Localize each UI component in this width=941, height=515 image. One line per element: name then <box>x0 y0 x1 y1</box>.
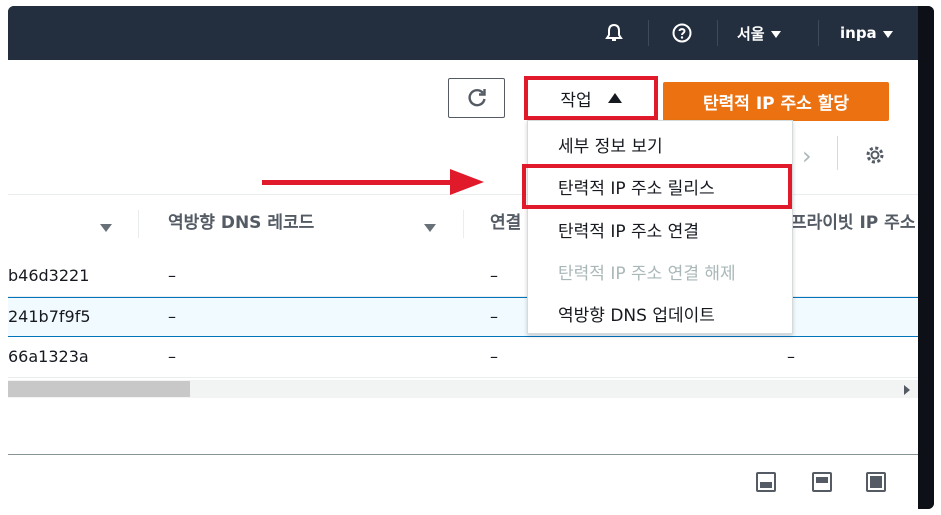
private-ip-cell: – <box>787 347 795 366</box>
help-icon[interactable] <box>672 6 692 60</box>
refresh-icon <box>467 88 486 107</box>
split-panel-full-icon[interactable] <box>866 472 886 492</box>
allocation-id-cell: 241b7f9f5 <box>8 307 91 326</box>
chevron-down-icon <box>882 30 893 38</box>
region-selector[interactable]: 서울 <box>737 6 781 60</box>
allocation-id-cell: b46d3221 <box>8 266 90 285</box>
menu-item-associate-elastic-ip[interactable]: 탄력적 IP 주소 연결 <box>558 217 699 242</box>
column-header-private-ip[interactable]: 프라이빗 IP 주소 <box>791 208 915 233</box>
split-panel-side-icon[interactable] <box>812 472 832 492</box>
chevron-down-icon <box>770 30 781 38</box>
split-panel-bottom-icon[interactable] <box>756 472 776 492</box>
window-edge <box>918 6 934 509</box>
refresh-button[interactable] <box>448 78 505 118</box>
actions-label: 작업 <box>560 90 592 111</box>
next-page-chevron-icon[interactable]: › <box>802 142 812 170</box>
menu-item-view-details[interactable]: 세부 정보 보기 <box>558 132 663 157</box>
association-cell: – <box>490 307 498 326</box>
gear-icon[interactable] <box>864 144 888 168</box>
annotation-highlight-box <box>522 164 792 209</box>
annotation-arrow-shaft <box>262 180 454 185</box>
actions-dropdown-button[interactable]: 작업 <box>524 76 658 120</box>
sort-icon[interactable] <box>424 224 436 232</box>
annotation-arrow-head-icon <box>450 169 484 195</box>
reverse-dns-cell: – <box>168 266 176 285</box>
notifications-bell-icon[interactable] <box>604 6 624 60</box>
association-cell: – <box>490 266 498 285</box>
association-cell: – <box>490 347 498 366</box>
region-label: 서울 <box>737 24 765 43</box>
horizontal-scrollbar-thumb[interactable] <box>8 381 190 397</box>
menu-item-disassociate-elastic-ip[interactable]: 탄력적 IP 주소 연결 해제 <box>558 259 736 284</box>
reverse-dns-cell: – <box>168 307 176 326</box>
top-navigation-bar: 서울 inpa <box>8 6 918 60</box>
menu-item-update-reverse-dns[interactable]: 역방향 DNS 업데이트 <box>558 301 715 326</box>
user-menu[interactable]: inpa <box>840 6 893 60</box>
column-header-association[interactable]: 연결 <box>490 208 521 233</box>
scroll-right-arrow-icon[interactable] <box>904 385 910 395</box>
table-row[interactable]: 66a1323a – – – <box>8 338 918 378</box>
column-header-reverse-dns[interactable]: 역방향 DNS 레코드 <box>168 208 314 233</box>
allocation-id-cell: 66a1323a <box>8 347 89 366</box>
caret-up-icon <box>607 93 622 103</box>
actions-dropdown-menu: 세부 정보 보기 탄력적 IP 주소 릴리스 탄력적 IP 주소 연결 탄력적 … <box>527 120 793 334</box>
user-label: inpa <box>840 24 877 42</box>
reverse-dns-cell: – <box>168 347 176 366</box>
allocate-elastic-ip-button[interactable]: 탄력적 IP 주소 할당 <box>663 82 889 121</box>
sort-icon[interactable] <box>100 224 112 232</box>
